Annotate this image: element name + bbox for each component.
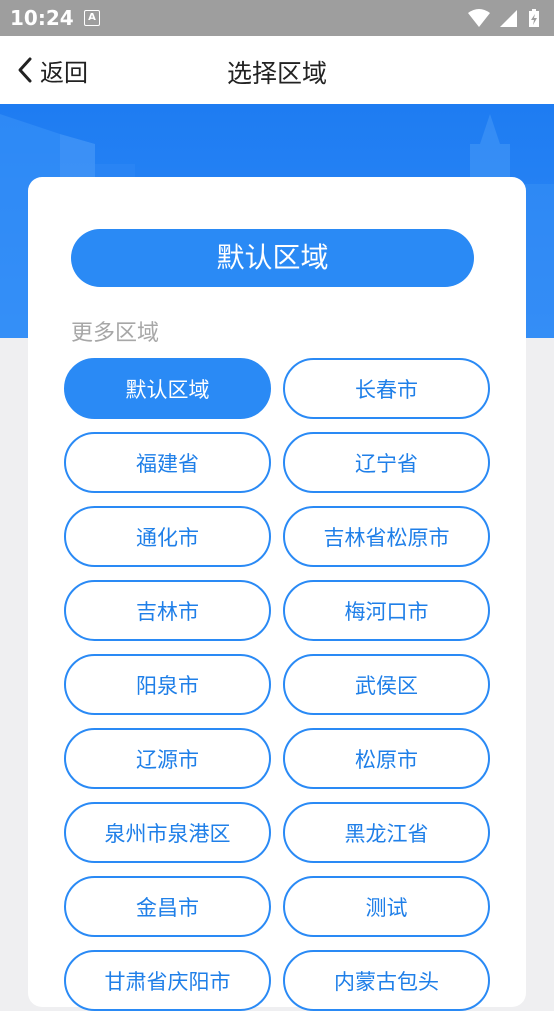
- status-bar: 10:24 A: [0, 0, 554, 36]
- battery-icon: [529, 9, 539, 27]
- region-button[interactable]: 长春市: [283, 358, 490, 419]
- signal-icon: [499, 10, 517, 27]
- region-button[interactable]: 吉林省松原市: [283, 506, 490, 567]
- more-regions-label: 更多区域: [71, 321, 160, 346]
- region-button[interactable]: 松原市: [283, 728, 490, 789]
- region-button[interactable]: 泉州市泉港区: [64, 802, 271, 863]
- wifi-icon: [467, 9, 490, 27]
- region-button[interactable]: 福建省: [64, 432, 271, 493]
- page-title: 选择区域: [226, 59, 327, 88]
- region-card: 默认区域 更多区域 默认区域 长春市 福建省 辽宁省 通化市 吉林省松原市 吉林市 梅河口市阳…: [28, 177, 526, 1011]
- status-time: 10:24: [10, 6, 74, 30]
- default-region-button[interactable]: 默认区域: [71, 229, 474, 287]
- region-button[interactable]: 测试: [283, 876, 490, 937]
- region-button[interactable]: 梅河口市: [283, 580, 490, 641]
- region-button[interactable]: 辽源市: [64, 728, 271, 789]
- region-button[interactable]: 辽宁省: [283, 432, 490, 493]
- region-button[interactable]: 默认区域: [64, 358, 271, 419]
- nav-bar: 返回 选择区域: [0, 36, 554, 104]
- region-button[interactable]: 金昌市: [64, 876, 271, 937]
- region-button[interactable]: 黑龙江省: [283, 802, 490, 863]
- region-button[interactable]: 阳泉市: [64, 654, 271, 715]
- region-button[interactable]: 通化市: [64, 506, 271, 567]
- notification-icon: A: [84, 10, 100, 26]
- region-grid: 默认区域 长春市 福建省 辽宁省 通化市 吉林省松原市 吉林市 梅河口市 阳泉市 武侯区 辽源市 松原…: [64, 358, 490, 1011]
- region-button[interactable]: 内蒙古包头: [283, 950, 490, 1011]
- status-icons: [467, 8, 540, 28]
- region-button[interactable]: 吉林市: [64, 580, 271, 641]
- region-button[interactable]: 武侯区: [283, 654, 490, 715]
- region-button[interactable]: 甘肃省庆阳市: [64, 950, 271, 1011]
